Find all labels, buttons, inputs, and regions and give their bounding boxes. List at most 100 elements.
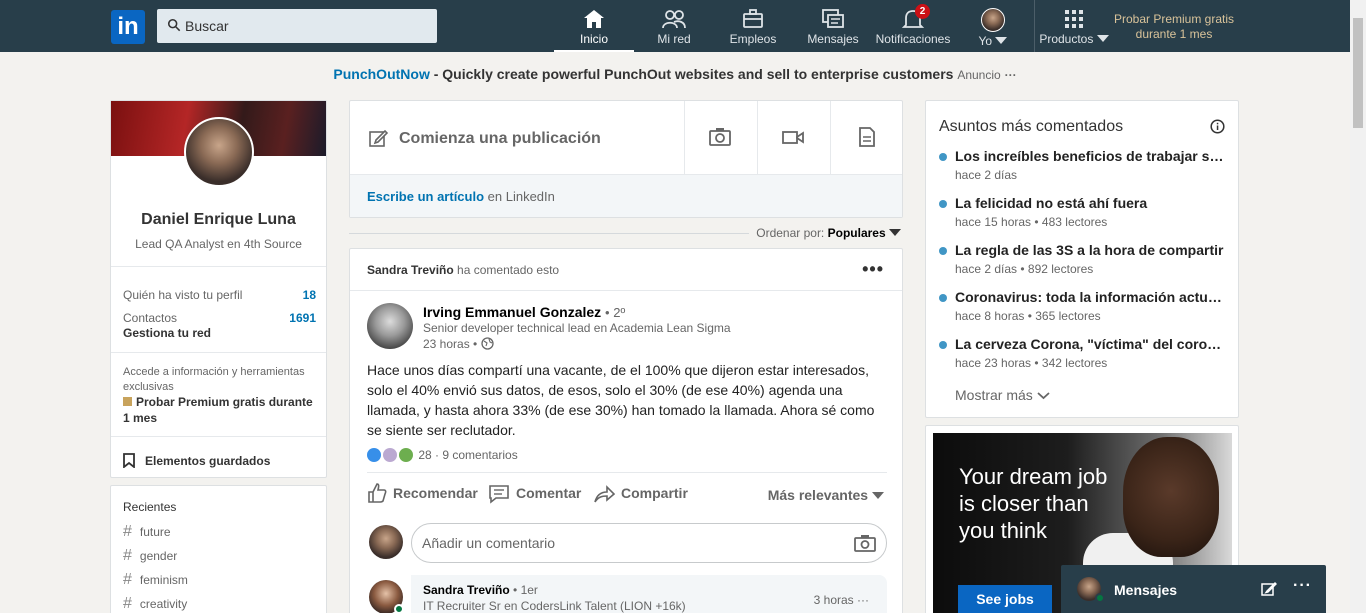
comment-button[interactable]: Comentar bbox=[488, 481, 581, 505]
nav-label: Notificaciones bbox=[875, 32, 951, 46]
author-title: Senior developer technical lead en Acade… bbox=[423, 321, 731, 335]
messaging-bar[interactable]: Mensajes ··· bbox=[1061, 565, 1326, 613]
camera-icon[interactable] bbox=[709, 127, 731, 147]
ad-photo-shape bbox=[1123, 437, 1219, 557]
post-time: 23 horas • bbox=[423, 337, 494, 351]
topic-title: La regla de las 3S a la hora de comparti… bbox=[955, 242, 1224, 258]
sort-dropdown[interactable]: Ordenar por: Populares bbox=[756, 226, 901, 240]
hashtag-icon: # bbox=[123, 547, 132, 564]
nav-my-network[interactable]: Mi red bbox=[640, 0, 708, 52]
linkedin-logo[interactable]: in bbox=[111, 10, 145, 44]
chevron-down-icon bbox=[995, 37, 1008, 44]
post-context: Sandra Treviño ha comentado esto bbox=[367, 263, 559, 277]
page-scrollbar[interactable] bbox=[1350, 0, 1366, 613]
author-avatar[interactable] bbox=[367, 303, 413, 349]
ad-link[interactable]: PunchOutNow bbox=[333, 66, 429, 82]
recent-card: Recientes # future # gender # feminism # cre… bbox=[110, 485, 327, 613]
nav-home[interactable]: Inicio bbox=[554, 0, 634, 52]
premium-promo[interactable]: Accede a información y herramientas excl… bbox=[123, 365, 316, 427]
search-input[interactable] bbox=[185, 9, 430, 43]
reaction-count: 28 · 9 comentarios bbox=[418, 448, 518, 462]
author-name[interactable]: Irving Emmanuel Gonzalez • 2º bbox=[423, 304, 625, 320]
profile-contacts[interactable]: Contactos 1691 Gestiona tu red bbox=[123, 311, 316, 340]
divider bbox=[111, 352, 326, 353]
commenter-name[interactable]: Sandra Treviño • 1er bbox=[423, 583, 538, 597]
see-jobs-button[interactable]: See jobs bbox=[958, 585, 1052, 613]
recent-tag[interactable]: # feminism bbox=[123, 571, 188, 589]
video-icon[interactable] bbox=[782, 127, 804, 147]
post-menu-button[interactable]: ••• bbox=[862, 259, 884, 280]
comment-label: Comentar bbox=[516, 485, 582, 501]
reaction-summary[interactable]: 28 · 9 comentarios bbox=[367, 448, 518, 464]
messaging-menu-button[interactable]: ··· bbox=[1293, 577, 1312, 595]
show-more-label: Mostrar más bbox=[955, 387, 1033, 403]
share-label: Compartir bbox=[621, 485, 688, 501]
context-action: ha comentado esto bbox=[453, 263, 560, 277]
bookmark-icon bbox=[123, 453, 135, 469]
briefcase-icon bbox=[743, 9, 763, 28]
like-label: Recomendar bbox=[393, 485, 478, 501]
ad-text[interactable]: - Quickly create powerful PunchOut websi… bbox=[430, 66, 954, 82]
topic-title: La cerveza Corona, "víctima" del coronav… bbox=[955, 336, 1227, 352]
scrollbar-thumb[interactable] bbox=[1353, 18, 1363, 128]
curious-reaction-icon bbox=[383, 448, 397, 462]
ad-banner: PunchOutNow - Quickly create powerful Pu… bbox=[0, 66, 1350, 82]
compose-icon[interactable] bbox=[1261, 581, 1277, 597]
recent-title: Recientes bbox=[123, 500, 177, 514]
recent-tag[interactable]: # gender bbox=[123, 547, 177, 565]
pencil-icon bbox=[369, 129, 388, 147]
topics-title: Asuntos más comentados bbox=[939, 118, 1124, 135]
premium-link[interactable]: Probar Premium gratis durante 1 mes bbox=[123, 395, 313, 425]
premium-gold-icon bbox=[123, 397, 132, 406]
connection-degree: • 1er bbox=[513, 583, 538, 597]
nav-messages[interactable]: Mensajes bbox=[800, 0, 866, 52]
context-name[interactable]: Sandra Treviño bbox=[367, 263, 454, 277]
share-button[interactable]: Compartir bbox=[593, 481, 688, 505]
nav-me-label: Yo bbox=[970, 34, 1016, 48]
start-post-button[interactable]: Comienza una publicación bbox=[350, 101, 684, 174]
nav-products[interactable]: Productos bbox=[1036, 0, 1112, 52]
premium-nav-link[interactable]: Probar Premium gratis durante 1 mes bbox=[1108, 12, 1240, 42]
sort-label: Ordenar por: bbox=[756, 226, 825, 240]
ad-more-button[interactable]: ··· bbox=[1005, 68, 1017, 82]
topic-meta: hace 15 horas • 483 lectores bbox=[955, 215, 1108, 229]
comment-input[interactable] bbox=[422, 524, 842, 562]
nav-jobs[interactable]: Empleos bbox=[720, 0, 786, 52]
messaging-label: Mensajes bbox=[1114, 582, 1178, 598]
caret-down-icon bbox=[872, 492, 884, 499]
nav-label: Yo bbox=[978, 34, 993, 48]
info-icon[interactable] bbox=[1210, 119, 1225, 134]
comment-time[interactable]: 3 horas ··· bbox=[814, 593, 869, 607]
comment-box[interactable] bbox=[411, 523, 887, 563]
search-icon bbox=[167, 18, 181, 32]
show-more-button[interactable]: Mostrar más bbox=[955, 387, 1050, 403]
nav-me[interactable]: Yo bbox=[970, 0, 1016, 52]
write-article-link[interactable]: Escribe un artículo bbox=[367, 189, 484, 204]
commenter-title: IT Recruiter Sr en CodersLink Talent (LI… bbox=[423, 599, 686, 613]
topic-title: La felicidad no está ahí fuera bbox=[955, 195, 1148, 211]
profile-title: Lead QA Analyst en 4th Source bbox=[135, 237, 302, 251]
recent-tag[interactable]: # future bbox=[123, 523, 171, 541]
topic-meta: hace 2 días bbox=[955, 168, 1018, 182]
feed-post: Sandra Treviño ha comentado esto ••• Irv… bbox=[349, 248, 903, 613]
bullet-icon bbox=[939, 200, 947, 208]
manage-network-link[interactable]: Gestiona tu red bbox=[123, 326, 316, 340]
like-button[interactable]: Recomendar bbox=[367, 481, 478, 505]
camera-icon[interactable] bbox=[854, 534, 876, 552]
home-icon bbox=[584, 10, 604, 28]
saved-items[interactable]: Elementos guardados bbox=[123, 453, 270, 469]
document-icon[interactable] bbox=[856, 127, 878, 147]
divider bbox=[349, 233, 749, 234]
profile-avatar[interactable] bbox=[184, 117, 254, 187]
write-article-suffix: en LinkedIn bbox=[484, 189, 555, 204]
search-box[interactable] bbox=[157, 9, 437, 43]
job-ad-headline: Your dream job is closer than you think bbox=[959, 464, 1108, 543]
profile-name[interactable]: Daniel Enrique Luna bbox=[111, 211, 326, 229]
connection-degree: • 2º bbox=[605, 305, 626, 320]
profile-viewers[interactable]: Quién ha visto tu perfil 18 bbox=[123, 288, 316, 302]
comment-sort-dropdown[interactable]: Más relevantes bbox=[768, 487, 884, 503]
thumbs-up-icon bbox=[368, 483, 387, 503]
recent-tag[interactable]: # creativity bbox=[123, 595, 187, 613]
nav-notifications[interactable]: 2 Notificaciones bbox=[872, 0, 954, 52]
notification-badge: 2 bbox=[915, 4, 930, 19]
